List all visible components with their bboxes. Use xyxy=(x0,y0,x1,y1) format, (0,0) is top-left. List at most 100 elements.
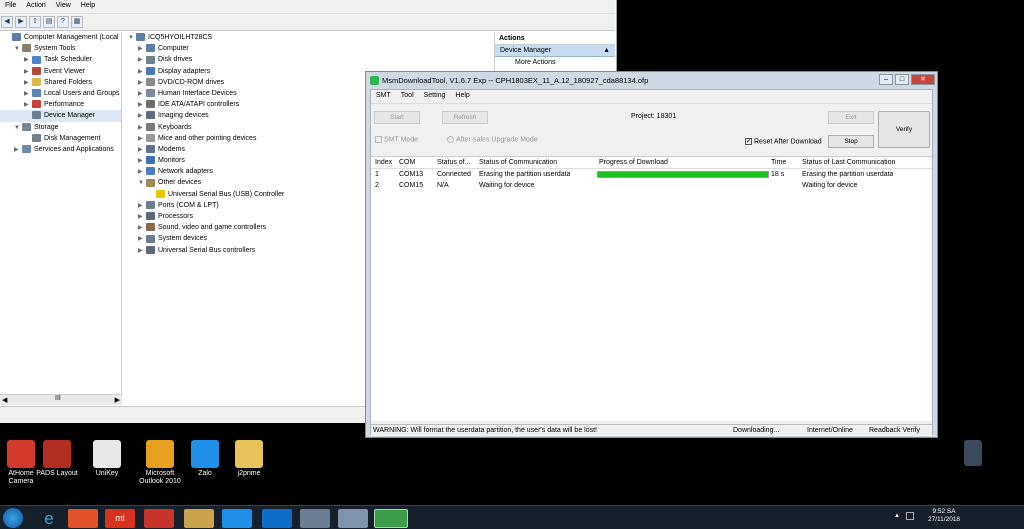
zalo-taskbar-icon[interactable] xyxy=(222,509,252,528)
help-icon[interactable]: ? xyxy=(57,16,69,28)
refresh-button[interactable]: Refresh xyxy=(442,111,488,124)
smt-mode-checkbox[interactable]: SMT Mode xyxy=(375,136,418,143)
console-item[interactable]: ▶ Task Scheduler xyxy=(0,54,121,65)
desktop-icon[interactable]: j2prime xyxy=(228,440,270,478)
modem-icon xyxy=(146,145,155,154)
col-index[interactable]: Index xyxy=(375,157,392,169)
computer-management-taskbar-icon[interactable] xyxy=(300,509,330,528)
menu-help[interactable]: Help xyxy=(76,0,100,11)
device-table: Index COM Status of... Status of Communi… xyxy=(371,156,932,421)
maximize-icon[interactable]: □ xyxy=(895,74,909,85)
menu-help[interactable]: Help xyxy=(450,90,474,101)
table-row[interactable]: 2 COM15 N/A Waiting for device Waiting for d… xyxy=(371,180,932,191)
collapsed-arrow-icon[interactable]: ▶ xyxy=(24,55,32,66)
media-player-icon[interactable] xyxy=(68,509,98,528)
col-status[interactable]: Status of... xyxy=(437,157,475,169)
col-com[interactable]: COM xyxy=(399,157,415,169)
device-item[interactable]: ▼ ICQ5HYOILHT28CS xyxy=(124,32,494,43)
stop-button[interactable]: Stop xyxy=(828,135,874,148)
desktop-icon-label: PADS Layout xyxy=(36,470,78,477)
after-sales-radio[interactable]: After-sales Upgrade Mode xyxy=(447,136,538,143)
expanded-arrow-icon[interactable]: ▼ xyxy=(14,44,22,55)
teamviewer-side-handle[interactable] xyxy=(964,440,982,466)
athome-camera-icon[interactable] xyxy=(144,509,174,528)
console-item[interactable]: ▶ Event Viewer xyxy=(0,66,121,77)
file-explorer-icon[interactable] xyxy=(184,509,214,528)
menu-view[interactable]: View xyxy=(51,0,76,11)
disk-icon xyxy=(32,133,41,142)
show-hidden-icons[interactable]: ▲ xyxy=(894,513,900,519)
device-item[interactable]: ▶ Computer xyxy=(124,43,494,54)
desktop-icon[interactable]: UniKey xyxy=(86,440,128,478)
verify-button[interactable]: Verify xyxy=(878,111,930,148)
horizontal-scrollbar[interactable]: ◀ III ▶ xyxy=(0,394,122,405)
console-item[interactable]: ▶ Services and Applications xyxy=(0,144,121,155)
network-tray-icon[interactable] xyxy=(906,512,914,520)
back-icon[interactable]: ◀ xyxy=(1,16,13,28)
teamviewer-icon[interactable] xyxy=(262,509,292,528)
console-item[interactable]: ▶ Local Users and Groups xyxy=(0,88,121,99)
menu-smt[interactable]: SMT xyxy=(371,90,396,101)
actions-device-manager[interactable]: Device Manager ▲ xyxy=(495,45,615,57)
console-item[interactable]: Device Manager xyxy=(0,110,121,122)
menu-file[interactable]: File xyxy=(0,0,21,11)
device-tool-taskbar-icon[interactable] xyxy=(338,509,368,528)
scroll-right-icon[interactable]: ▶ xyxy=(115,396,120,404)
internet-explorer-icon[interactable]: e xyxy=(34,509,64,528)
collapsed-arrow-icon[interactable]: ▶ xyxy=(14,145,22,156)
event-icon xyxy=(32,66,41,75)
reset-after-download-checkbox[interactable]: ✓ Reset After Download xyxy=(745,138,822,145)
computer-icon xyxy=(136,33,145,42)
close-icon[interactable]: ✕ xyxy=(911,74,935,85)
more-actions-link[interactable]: More Actions xyxy=(495,57,615,69)
console-item[interactable]: ▶ Shared Folders xyxy=(0,77,121,88)
desktop-icon[interactable]: Microsoft Outlook 2010 xyxy=(136,440,184,486)
collapsed-arrow-icon[interactable]: ▶ xyxy=(138,55,146,66)
mouse-icon xyxy=(146,133,155,142)
table-row[interactable]: 1 COM13 Connected Erasing the partition use… xyxy=(371,169,932,180)
cell-com: COM13 xyxy=(399,171,424,178)
menu-setting[interactable]: Setting xyxy=(419,90,451,101)
collapsed-arrow-icon[interactable]: ▶ xyxy=(138,234,146,245)
desktop-icon[interactable]: PADS Layout xyxy=(36,440,78,478)
col-time[interactable]: Time xyxy=(771,157,786,169)
collapse-arrow-icon[interactable]: ▲ xyxy=(603,45,610,57)
start-button[interactable]: Start xyxy=(374,111,420,124)
properties-icon[interactable]: ▦ xyxy=(71,16,83,28)
start-orb-icon[interactable] xyxy=(3,508,23,528)
col-communication[interactable]: Status of Communication xyxy=(479,157,557,169)
expanded-arrow-icon[interactable]: ▼ xyxy=(14,123,22,134)
expanded-arrow-icon[interactable]: ▼ xyxy=(138,178,146,189)
console-tree-icon[interactable]: ▤ xyxy=(43,16,55,28)
expanded-arrow-icon[interactable]: ▼ xyxy=(128,33,136,44)
menu-action[interactable]: Action xyxy=(21,0,50,11)
clock[interactable]: 9:52 SA 27/11/2018 xyxy=(928,508,960,524)
forward-icon[interactable]: ▶ xyxy=(15,16,27,28)
console-item[interactable]: Disk Management xyxy=(0,133,121,144)
col-progress[interactable]: Progress of Download xyxy=(599,157,668,169)
collapsed-arrow-icon[interactable]: ▶ xyxy=(138,246,146,257)
col-last-communication[interactable]: Status of Last Communication xyxy=(802,157,895,169)
exit-button[interactable]: Exit xyxy=(828,111,874,124)
mi-app-icon[interactable]: mi xyxy=(105,509,135,528)
console-item[interactable]: ▶ Performance xyxy=(0,99,121,110)
actions-device-manager-label: Device Manager xyxy=(500,47,551,54)
minimize-icon[interactable]: – xyxy=(879,74,893,85)
scroll-left-icon[interactable]: ◀ xyxy=(2,396,7,404)
desktop-icon-label: UniKey xyxy=(95,470,119,477)
cell-index: 1 xyxy=(375,171,379,178)
device-item[interactable]: ▶ Disk drives xyxy=(124,54,494,65)
collapsed-arrow-icon[interactable]: ▶ xyxy=(138,111,146,122)
device-item-label: Disk drives xyxy=(158,56,193,64)
desktop-icon[interactable]: Zalo xyxy=(184,440,226,478)
console-item[interactable]: Computer Management (Local xyxy=(0,32,121,43)
device-item-label: ICQ5HYOILHT28CS xyxy=(148,34,213,41)
up-folder-icon[interactable]: ⇧ xyxy=(29,16,41,28)
scroll-thumb[interactable]: III xyxy=(55,395,61,402)
menu-tool[interactable]: Tool xyxy=(396,90,419,101)
clock-date: 27/11/2018 xyxy=(928,516,961,523)
msm-download-taskbar-icon[interactable] xyxy=(374,509,408,528)
console-item[interactable]: ▼ System Tools xyxy=(0,43,121,54)
console-item[interactable]: ▼ Storage xyxy=(0,122,121,133)
computer-icon xyxy=(146,44,155,53)
